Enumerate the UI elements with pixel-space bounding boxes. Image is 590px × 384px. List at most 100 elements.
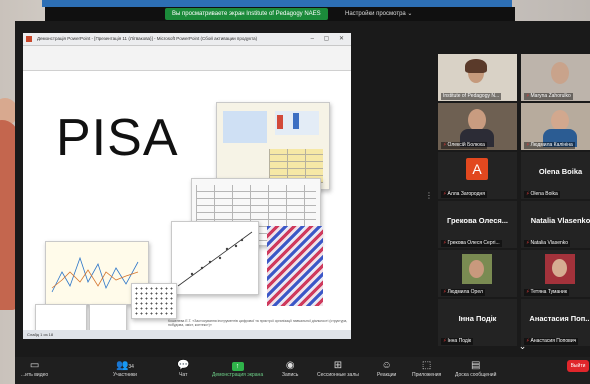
share-screen-label: Демонстрация экрана bbox=[212, 372, 264, 378]
participant-display-name: Natalia Vlasenko bbox=[530, 216, 590, 225]
shared-screen: Демонстрація PowerPoint - [Презентація 1… bbox=[23, 33, 351, 330]
mic-muted-icon: ⚡ bbox=[526, 142, 530, 148]
reactions-icon: ☺ bbox=[381, 360, 392, 371]
chat-label: Чат bbox=[179, 372, 188, 378]
video-label: ...ить видео bbox=[21, 372, 49, 378]
participant-display-name: Анастасия Поп... bbox=[529, 314, 590, 323]
reactions-button[interactable]: ☺ Реакции bbox=[377, 360, 396, 379]
participant-tile-7[interactable]: Грекова Олеся... ⚡Грекова Олеся Сергі... bbox=[438, 201, 517, 248]
video-icon: ▭ bbox=[29, 360, 40, 371]
participant-avatar: A bbox=[466, 158, 488, 180]
ppt-window-title: Демонстрація PowerPoint - [Презентація 1… bbox=[37, 36, 258, 41]
mic-muted-icon: ⚡ bbox=[526, 191, 530, 197]
participant-display-name: Olena Boika bbox=[538, 167, 583, 176]
whiteboard-icon: ▤ bbox=[470, 360, 481, 371]
breakout-rooms-button[interactable]: ⊞ Сессионные залы bbox=[317, 360, 359, 379]
participant-tile-9[interactable]: ⚡Людмила Орел bbox=[438, 250, 517, 297]
slide-doc-scatter bbox=[171, 221, 259, 295]
apps-button[interactable]: ⬚ Приложения bbox=[412, 360, 441, 379]
participant-name: ⚡Людмила Орел bbox=[441, 289, 485, 296]
participant-face bbox=[551, 110, 569, 131]
participant-name: ⚡Олексій Болюха bbox=[441, 142, 487, 149]
mic-muted-icon: ⚡ bbox=[443, 191, 447, 197]
mic-muted-icon: ⚡ bbox=[443, 338, 447, 344]
participant-tile-5[interactable]: A ⚡Алла Загородня bbox=[438, 152, 517, 199]
slide: PISA Кошелева Е.Т. «Застосування інструм… bbox=[23, 71, 351, 330]
share-screen-icon: ↑ bbox=[212, 360, 263, 372]
share-screen-button[interactable]: ↑ Демонстрация экрана bbox=[212, 360, 263, 379]
browser-top-strip bbox=[42, 0, 512, 7]
gallery-next-page-icon[interactable]: ⌄ bbox=[515, 342, 530, 351]
participant-tile-10[interactable]: ⚡Тетяна Туманик bbox=[521, 250, 590, 297]
slide-doc-bar bbox=[35, 304, 87, 330]
zoom-window: Демонстрація PowerPoint - [Презентація 1… bbox=[15, 21, 590, 384]
participant-name: ⚡Людмила Калініна bbox=[524, 142, 575, 149]
slide-caption: Кошелева Е.Т. «Застосування інструментів… bbox=[168, 319, 348, 327]
gallery-divider-dots[interactable]: ⋮ bbox=[425, 191, 433, 200]
participant-tile-4[interactable]: ⚡Людмила Калініна bbox=[521, 103, 590, 150]
participant-tile-8[interactable]: Natalia Vlasenko ⚡Natalia Vlasenko bbox=[521, 201, 590, 248]
mic-muted-icon: ⚡ bbox=[526, 289, 530, 295]
doc-top-blue-panel bbox=[223, 111, 267, 143]
ppt-ribbon bbox=[23, 46, 351, 71]
doc-top-red-bar bbox=[277, 115, 283, 129]
participant-name: Institute of Pedagogy N... bbox=[441, 93, 502, 100]
participant-face bbox=[552, 259, 567, 277]
chat-icon: 💬 bbox=[177, 360, 190, 371]
scatter-plot-graphic bbox=[177, 231, 253, 287]
participant-face bbox=[469, 260, 484, 278]
participants-label: Участники bbox=[113, 372, 137, 378]
participant-face bbox=[468, 109, 486, 131]
whiteboard-button[interactable]: ▤ Доска сообщений bbox=[455, 360, 496, 379]
participants-button[interactable]: 👥34 Участники bbox=[113, 360, 137, 379]
mic-muted-icon: ⚡ bbox=[443, 142, 447, 148]
participants-count: 34 bbox=[128, 364, 134, 370]
doc-top-blue-bar bbox=[293, 113, 299, 129]
view-options-menu[interactable]: Настройки просмотра ⌄ bbox=[345, 7, 412, 21]
slide-title: PISA bbox=[56, 109, 179, 167]
participant-name: ⚡Natalia Vlasenko bbox=[524, 240, 571, 247]
participant-name: ⚡Алла Загородня bbox=[441, 191, 487, 198]
breakout-rooms-icon: ⊞ bbox=[333, 360, 343, 371]
ppt-status-bar: Слайд 1 из 18 bbox=[23, 330, 351, 339]
record-icon: ◉ bbox=[285, 360, 295, 371]
mic-muted-icon: ⚡ bbox=[526, 93, 530, 99]
slide-counter: Слайд 1 из 18 bbox=[27, 332, 54, 337]
viewing-banner-pill: Вы просматриваете экран Institute of Ped… bbox=[165, 8, 328, 20]
participant-tile-12[interactable]: Анастасия Поп... ⚡Анастасия Попович bbox=[521, 299, 590, 346]
breakout-rooms-label: Сессионные залы bbox=[317, 372, 359, 378]
record-label: Запись bbox=[282, 372, 299, 378]
participant-tile-2[interactable]: ⚡Maryna Zahorulko bbox=[521, 54, 590, 101]
slide-doc-small bbox=[89, 304, 127, 330]
participant-tile-11[interactable]: Інна Подік ⚡Інна Подік bbox=[438, 299, 517, 346]
mic-muted-icon: ⚡ bbox=[443, 289, 447, 295]
participant-tile-1[interactable]: Institute of Pedagogy N... bbox=[438, 54, 517, 101]
mic-muted-icon: ⚡ bbox=[526, 240, 530, 246]
slide-heatmap bbox=[267, 226, 323, 306]
record-button[interactable]: ◉ Запись bbox=[282, 360, 298, 379]
whiteboard-label: Доска сообщений bbox=[455, 372, 497, 378]
ppt-title-bar: Демонстрація PowerPoint - [Презентація 1… bbox=[23, 33, 351, 46]
powerpoint-icon bbox=[26, 36, 32, 42]
slide-doc-top bbox=[216, 102, 330, 190]
participant-face bbox=[551, 62, 569, 84]
participant-name: ⚡Olena Boika bbox=[524, 191, 560, 198]
participant-name: ⚡Анастасия Попович bbox=[524, 338, 579, 345]
end-meeting-button[interactable]: Выйти bbox=[567, 360, 589, 372]
participant-name: ⚡Інна Подік bbox=[441, 338, 474, 345]
video-button[interactable]: ▭ ...ить видео bbox=[21, 360, 48, 379]
participant-tile-3[interactable]: ⚡Олексій Болюха bbox=[438, 103, 517, 150]
participants-icon: 👥34 bbox=[115, 360, 134, 371]
slide-doc-dots bbox=[131, 283, 177, 319]
apps-icon: ⬚ bbox=[421, 360, 432, 371]
mic-muted-icon: ⚡ bbox=[443, 240, 447, 246]
meeting-toolbar: ▭ ...ить видео 👥34 Участники 💬 Чат ↑ Дем… bbox=[15, 357, 590, 384]
view-banner: Вы просматриваете экран Institute of Ped… bbox=[45, 7, 515, 21]
participant-name: ⚡Тетяна Туманик bbox=[524, 289, 570, 296]
participant-display-name: Інна Подік bbox=[458, 314, 497, 323]
participant-name: ⚡Maryna Zahorulko bbox=[524, 93, 573, 100]
window-controls[interactable]: – ▢ ✕ bbox=[311, 35, 348, 42]
chat-button[interactable]: 💬 Чат bbox=[177, 360, 189, 379]
participant-name: ⚡Грекова Олеся Сергі... bbox=[441, 240, 502, 247]
participant-tile-6[interactable]: Olena Boika ⚡Olena Boika bbox=[521, 152, 590, 199]
